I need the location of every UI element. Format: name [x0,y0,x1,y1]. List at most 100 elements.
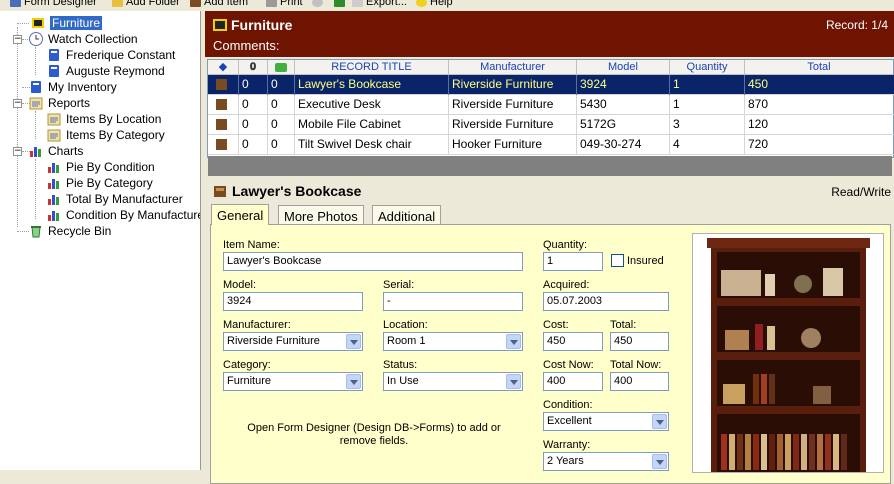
tree-item-furniture[interactable]: Furniture [30,15,103,31]
tab-general[interactable]: General [211,204,270,225]
table-row[interactable]: 0 0 Tilt Swivel Desk chair Hooker Furnit… [208,135,894,155]
tree-item-my-inventory[interactable]: My Inventory [28,79,117,95]
acquired-date-field[interactable]: 05.07.2003 [543,292,669,311]
records-grid: ◆ 𝟎 RECORD TITLE Manufacturer Model Quan… [207,59,894,158]
printer-icon [266,0,277,7]
furniture-folder-icon [211,17,229,33]
book-icon [46,47,62,63]
cell-model: 5172G [577,115,670,135]
model-field[interactable]: 3924 [223,292,363,311]
cell-attachments: 0 [239,95,268,115]
chevron-down-icon[interactable] [506,374,521,389]
location-select[interactable]: Room 1 [383,332,523,351]
total-field[interactable]: 450 [610,332,669,351]
insured-label: Insured [627,255,664,267]
column-header-attachments[interactable]: 𝟎 [239,60,268,75]
tree-item-pie-by-category[interactable]: Pie By Category [46,175,153,191]
chevron-down-icon[interactable] [346,374,361,389]
cell-model: 049-30-274 [577,135,670,155]
total-now-field[interactable]: 400 [610,372,669,391]
column-header-model[interactable]: Model [577,60,670,75]
collapse-reports[interactable]: − [13,99,22,108]
bar-chart-icon [46,175,62,191]
tree-item-auguste-reymond[interactable]: Auguste Reymond [46,63,165,79]
column-header-manufacturer[interactable]: Manufacturer [449,60,577,75]
tab-more-photos[interactable]: More Photos [278,205,364,224]
cell-manufacturer: Riverside Furniture [449,95,577,115]
status-select[interactable]: In Use [383,372,523,391]
bar-chart-icon [46,207,62,223]
quantity-label: Quantity: [543,239,588,251]
acquired-label: Acquired: [543,279,590,291]
grid-footer [208,156,892,176]
print-button[interactable]: Print [266,0,303,9]
cell-attachments: 0 [239,115,268,135]
cost-now-field[interactable]: 400 [543,372,603,391]
search-button[interactable] [312,0,323,9]
folder-header: Furniture Record: 1/4 Comments: [205,11,894,57]
table-row[interactable]: 0 0 Lawyer's Bookcase Riverside Furnitur… [208,75,894,95]
main-panel: Furniture Record: 1/4 Comments: ◆ 𝟎 RECO… [205,11,894,484]
chevron-down-icon[interactable] [652,414,667,429]
form-designer-button[interactable]: Form Designer [10,0,97,9]
add-item-button[interactable]: Add Item [190,0,248,9]
help-button[interactable]: Help [416,0,453,9]
item-name-field[interactable]: Lawyer's Bookcase [223,252,523,271]
column-header-link[interactable] [268,60,295,75]
tree-item-charts[interactable]: Charts [28,143,83,159]
sort-button[interactable] [334,0,345,9]
cell-attachments: 0 [239,75,268,95]
column-header-record-title[interactable]: RECORD TITLE [295,60,449,75]
report-icon [46,127,62,143]
location-label: Location: [383,319,428,331]
warranty-value: 2 Years [547,455,584,467]
category-select[interactable]: Furniture [223,372,363,391]
folder-title: Furniture [231,17,293,33]
add-folder-button[interactable]: Add Folder [112,0,180,9]
collapse-charts[interactable]: − [13,147,22,156]
total-now-label: Total Now: [610,359,662,371]
tab-additional[interactable]: Additional [372,205,442,224]
table-row[interactable]: 0 0 Executive Desk Riverside Furniture 5… [208,95,894,115]
tree-item-items-by-category[interactable]: Items By Category [46,127,165,143]
column-header-total[interactable]: Total [745,60,893,75]
chevron-down-icon[interactable] [506,334,521,349]
cell-quantity: 4 [670,135,745,155]
insured-checkbox[interactable] [611,254,624,267]
general-panel: Item Name: Lawyer's Bookcase Model: 3924… [210,224,891,484]
paperclip-icon: 𝟎 [249,61,257,73]
tree-item-condition-by-manufacturer[interactable]: Condition By Manufacturer [46,207,200,223]
chevron-down-icon[interactable] [346,334,361,349]
quantity-field[interactable]: 1 [543,252,603,271]
item-name-label: Item Name: [223,239,280,251]
column-header-quantity[interactable]: Quantity [670,60,745,75]
cost-field[interactable]: 450 [543,332,603,351]
cell-title: Executive Desk [295,95,449,115]
serial-field[interactable]: - [383,292,523,311]
tree-item-recycle-bin[interactable]: Recycle Bin [28,223,111,239]
condition-select[interactable]: Excellent [543,412,669,431]
table-row[interactable]: 0 0 Mobile File Cabinet Riverside Furnit… [208,115,894,135]
bar-chart-icon [46,159,62,175]
report-icon [46,111,62,127]
tree-item-total-by-manufacturer[interactable]: Total By Manufacturer [46,191,183,207]
warranty-select[interactable]: 2 Years [543,452,669,471]
cell-quantity: 1 [670,95,745,115]
folder-icon [112,0,123,7]
column-header-icon[interactable]: ◆ [208,60,239,75]
category-value: Furniture [227,375,272,387]
category-label: Category: [223,359,271,371]
item-photo[interactable] [692,233,884,473]
manufacturer-select[interactable]: Riverside Furniture [223,332,363,351]
chevron-down-icon[interactable] [652,454,667,469]
record-title: Lawyer's Bookcase [232,183,362,199]
tree-item-pie-by-condition[interactable]: Pie By Condition [46,159,155,175]
tree-item-frederique-constant[interactable]: Frederique Constant [46,47,175,63]
tree-item-reports[interactable]: Reports [28,95,90,111]
collapse-watch-collection[interactable]: − [13,35,22,44]
tree-item-items-by-location[interactable]: Items By Location [46,111,161,127]
tree-item-watch-collection[interactable]: Watch Collection [28,31,138,47]
help-icon [416,0,427,7]
form-designer-hint: Open Form Designer (Design DB->Forms) to… [247,422,501,447]
export-button[interactable]: Export... [352,0,407,9]
